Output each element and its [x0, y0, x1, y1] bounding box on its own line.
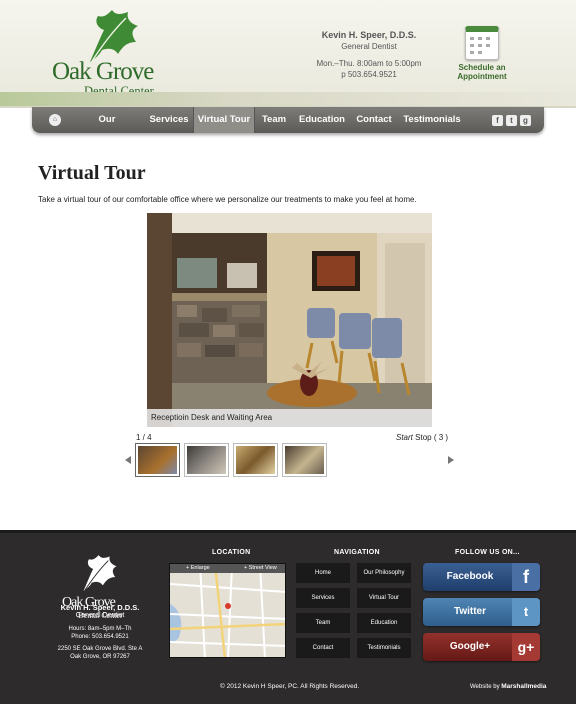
main-navigation: ⌂ Our Philosophy Services Virtual Tour T… [32, 107, 544, 151]
map-toolbar: + Enlarge + Street View [170, 564, 285, 573]
twitter-button[interactable]: Twitter t [423, 598, 540, 626]
thumbnail-4[interactable] [282, 443, 327, 477]
oak-leaf-icon [90, 10, 138, 62]
footer-nav-services[interactable]: Services [296, 588, 350, 608]
facebook-icon: f [512, 563, 540, 591]
schedule-label-1: Schedule an [458, 63, 506, 72]
facebook-label: Facebook [446, 571, 494, 582]
footer-nav-testimonials[interactable]: Testimonials [357, 638, 411, 658]
footer-nav-team[interactable]: Team [296, 613, 350, 633]
footer-contact-info: Kevin H. Speer, D.D.S. General Dentist H… [50, 604, 150, 661]
next-arrow-icon[interactable] [448, 456, 454, 464]
navigation-heading: NAVIGATION [334, 549, 380, 556]
tour-slideshow-image[interactable]: Receptioin Desk and Waiting Area [147, 213, 432, 427]
page-title: Virtual Tour [38, 162, 146, 184]
thumbnail-2[interactable] [184, 443, 229, 477]
countdown: ( 3 ) [433, 433, 449, 442]
oak-grove-logo[interactable]: Oak Grove Dental Center [52, 8, 167, 98]
footer-nav-home[interactable]: Home [296, 563, 350, 583]
intro-text: Take a virtual tour of our comfortable o… [38, 195, 417, 204]
footer-nav-contact[interactable]: Contact [296, 638, 350, 658]
google-plus-button[interactable]: Google+ g+ [423, 633, 540, 661]
copyright: © 2012 Kevin H Speer, PC. All Rights Res… [220, 683, 360, 690]
location-heading: LOCATION [212, 549, 251, 556]
logo-name: Oak Grove [52, 58, 154, 85]
location-map[interactable]: + Enlarge + Street View [169, 563, 286, 658]
phone-number: p 503.654.9521 [341, 70, 397, 79]
footer-address-2: Oak Grove, OR 97267 [70, 654, 130, 660]
nav-contact[interactable]: Contact [354, 107, 394, 133]
footer-nav-education[interactable]: Education [357, 613, 411, 633]
facebook-icon[interactable]: f [492, 115, 503, 126]
thumbnail-1[interactable] [135, 443, 180, 477]
map-street-view-link[interactable]: + Street View [244, 564, 277, 573]
slide-caption: Receptioin Desk and Waiting Area [147, 409, 432, 427]
logo-subtitle: Dental Center [84, 84, 154, 98]
footer-hours: Hours: 8am–5pm M–Th [68, 626, 132, 632]
google-plus-icon[interactable]: g [520, 115, 531, 126]
stop-button[interactable]: Stop [415, 433, 431, 442]
slide-counter: 1 / 4 [136, 433, 152, 442]
agency-name: Marshallmedia [501, 683, 547, 690]
office-hours: Mon.–Thu. 8:00am to 5:00pm [316, 59, 422, 68]
site-header: Oak Grove Dental Center Kevin H. Speer, … [0, 0, 576, 108]
nav-our-philosophy[interactable]: Our Philosophy [74, 107, 140, 151]
footer-doctor-title: General Dentist [75, 612, 125, 619]
doctor-name: Kevin H. Speer, D.D.S. [321, 30, 417, 40]
google-plus-label: Google+ [449, 641, 491, 652]
slideshow-controls: Start Stop ( 3 ) [396, 433, 448, 442]
twitter-icon[interactable]: t [506, 115, 517, 126]
oak-leaf-icon [83, 555, 117, 591]
follow-heading: FOLLOW US ON... [455, 549, 520, 556]
home-icon[interactable]: ⌂ [49, 114, 61, 126]
footer-doctor-name: Kevin H. Speer, D.D.S. [60, 603, 140, 612]
footer-phone: Phone: 503.654.9521 [71, 634, 129, 640]
twitter-icon: t [512, 598, 540, 626]
map-enlarge-link[interactable]: + Enlarge [186, 564, 210, 573]
doctor-title: General Dentist [341, 42, 397, 51]
website-by-label: Website by [470, 684, 500, 690]
nav-virtual-tour[interactable]: Virtual Tour [193, 107, 255, 133]
thumbnail-3[interactable] [233, 443, 278, 477]
map-graphic [170, 564, 285, 657]
footer-nav-our-philosophy[interactable]: Our Philosophy [357, 563, 411, 583]
facebook-button[interactable]: Facebook f [423, 563, 540, 591]
start-button[interactable]: Start [396, 433, 413, 442]
nav-testimonials[interactable]: Testimonials [402, 107, 462, 133]
twitter-label: Twitter [453, 606, 487, 617]
schedule-appointment-button[interactable]: Schedule an Appointment [456, 26, 508, 81]
google-plus-icon: g+ [512, 633, 540, 661]
footer-nav-virtual-tour[interactable]: Virtual Tour [357, 588, 411, 608]
nav-team[interactable]: Team [258, 107, 290, 133]
website-credit[interactable]: Website by Marshallmedia [470, 683, 546, 690]
calendar-icon [465, 26, 499, 60]
nav-services[interactable]: Services [146, 107, 192, 133]
prev-arrow-icon[interactable] [125, 456, 131, 464]
nav-education[interactable]: Education [298, 107, 346, 133]
doctor-info: Kevin H. Speer, D.D.S. General Dentist M… [300, 30, 438, 80]
waiting-room-photo [147, 213, 432, 427]
schedule-label-2: Appointment [457, 72, 507, 81]
footer-address-1: 2250 SE Oak Grove Blvd. Ste A [57, 646, 143, 652]
